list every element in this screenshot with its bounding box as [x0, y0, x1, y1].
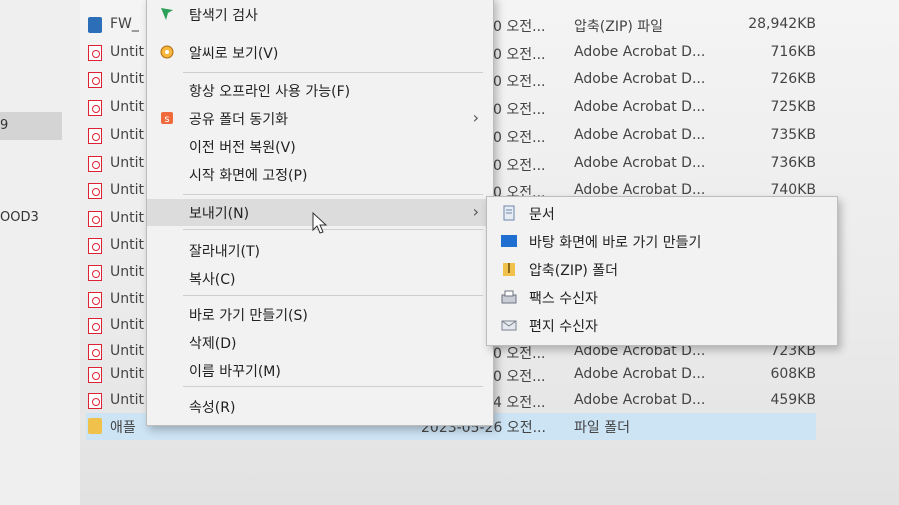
pdf-icon — [88, 183, 102, 199]
file-name: Untit — [110, 99, 144, 115]
file-size: 726KB — [770, 71, 816, 87]
menu-item-rename[interactable]: 이름 바꾸기(M) — [147, 357, 493, 384]
file-name: Untit — [110, 210, 144, 226]
nav-item-label[interactable]: OOD3 — [0, 210, 39, 225]
zip-folder-icon — [503, 263, 515, 276]
menu-separator — [183, 72, 483, 73]
document-icon — [503, 205, 515, 221]
file-type: Adobe Acrobat D... — [574, 392, 706, 408]
file-type: Adobe Acrobat D... — [574, 44, 706, 60]
file-name: Untit — [110, 392, 144, 408]
file-name: Untit — [110, 366, 144, 382]
send-to-submenu: 문서 바탕 화면에 바로 가기 만들기 압축(ZIP) 폴더 팩스 수신자 편지… — [486, 196, 838, 346]
file-type: 압축(ZIP) 파일 — [574, 19, 664, 35]
menu-item-pin-start[interactable]: 시작 화면에 고정(P) — [147, 161, 493, 188]
fax-icon — [501, 290, 517, 304]
pdf-icon — [88, 211, 102, 227]
menu-separator — [183, 229, 483, 230]
file-name: Untit — [110, 71, 144, 87]
file-date: 0 오전... — [493, 369, 546, 385]
menu-item-properties[interactable]: 속성(R) — [147, 393, 493, 420]
file-name: Untit — [110, 127, 144, 143]
file-type: Adobe Acrobat D... — [574, 99, 706, 115]
pdf-icon — [88, 128, 102, 144]
alsee-icon — [160, 45, 174, 59]
pdf-icon — [88, 72, 102, 88]
menu-item-restore[interactable]: 이전 버전 복원(V) — [147, 133, 493, 160]
menu-item-offline[interactable]: 항상 오프라인 사용 가능(F) — [147, 77, 493, 104]
file-name: Untit — [110, 155, 144, 171]
file-size: 716KB — [770, 44, 816, 60]
navigation-pane — [0, 0, 80, 505]
submenu-item-mail[interactable]: 편지 수신자 — [487, 311, 837, 339]
file-size: 608KB — [770, 366, 816, 382]
file-size: 725KB — [770, 99, 816, 115]
file-name: Untit — [110, 343, 144, 359]
scan-icon — [161, 8, 173, 20]
pdf-icon — [88, 318, 102, 334]
menu-item-alsee[interactable]: 알씨로 보기(V) — [147, 39, 493, 66]
file-date: 0 오전... — [493, 130, 546, 146]
menu-item-cut[interactable]: 잘라내기(T) — [147, 237, 493, 264]
file-name: Untit — [110, 291, 144, 307]
desktop-icon — [501, 235, 517, 247]
pdf-icon — [88, 344, 102, 360]
menu-separator — [183, 194, 483, 195]
file-name: 애플 — [110, 420, 136, 436]
file-size: 736KB — [770, 155, 816, 171]
file-date: 4 오전... — [493, 395, 546, 411]
file-date: 0 오전... — [493, 74, 546, 90]
file-name: Untit — [110, 264, 144, 280]
file-date: 0 오전... — [493, 158, 546, 174]
file-size: 28,942KB — [748, 16, 816, 32]
menu-separator — [183, 295, 483, 296]
pdf-icon — [88, 265, 102, 281]
file-name: Untit — [110, 317, 144, 333]
submenu-item-fax[interactable]: 팩스 수신자 — [487, 283, 837, 311]
pdf-icon — [88, 292, 102, 308]
submenu-item-documents[interactable]: 문서 — [487, 199, 837, 227]
file-name: Untit — [110, 182, 144, 198]
pdf-icon — [88, 238, 102, 254]
file-type: Adobe Acrobat D... — [574, 366, 706, 382]
submenu-item-desktop-shortcut[interactable]: 바탕 화면에 바로 가기 만들기 — [487, 227, 837, 255]
menu-separator — [183, 386, 483, 387]
file-name: Untit — [110, 44, 144, 60]
menu-item-delete[interactable]: 삭제(D) — [147, 329, 493, 356]
file-type: 파일 폴더 — [574, 420, 630, 436]
file-date: 0 오전... — [493, 346, 546, 362]
file-type: Adobe Acrobat D... — [574, 127, 706, 143]
file-size: 459KB — [770, 392, 816, 408]
pdf-icon — [88, 45, 102, 61]
submenu-arrow-icon: › — [472, 108, 479, 127]
menu-item-scan[interactable]: 탐색기 검사 — [147, 1, 493, 28]
file-name: Untit — [110, 237, 144, 253]
pdf-icon — [88, 367, 102, 383]
file-type: Adobe Acrobat D... — [574, 155, 706, 171]
menu-item-shortcut[interactable]: 바로 가기 만들기(S) — [147, 301, 493, 328]
file-date: 0 오전... — [493, 102, 546, 118]
file-date: 0 오전... — [493, 47, 546, 63]
nav-item-label[interactable]: 9 — [0, 118, 8, 133]
file-type: Adobe Acrobat D... — [574, 71, 706, 87]
submenu-arrow-icon: › — [472, 202, 479, 221]
file-date: 0 오전... — [493, 19, 546, 35]
file-name: FW_ — [110, 16, 139, 32]
nav-item-selected[interactable] — [0, 112, 62, 140]
menu-item-sync[interactable]: s 공유 폴더 동기화 › — [147, 105, 493, 132]
pdf-icon — [88, 156, 102, 172]
svg-text:s: s — [164, 114, 169, 125]
mail-icon — [501, 320, 517, 331]
mouse-cursor-icon — [312, 212, 328, 234]
pdf-icon — [88, 100, 102, 116]
folder-icon — [88, 418, 102, 434]
submenu-item-zip-folder[interactable]: 압축(ZIP) 폴더 — [487, 255, 837, 283]
pdf-icon — [88, 393, 102, 409]
zip-icon — [88, 17, 102, 33]
file-size: 735KB — [770, 127, 816, 143]
menu-item-copy[interactable]: 복사(C) — [147, 265, 493, 292]
sync-icon: s — [161, 112, 173, 125]
